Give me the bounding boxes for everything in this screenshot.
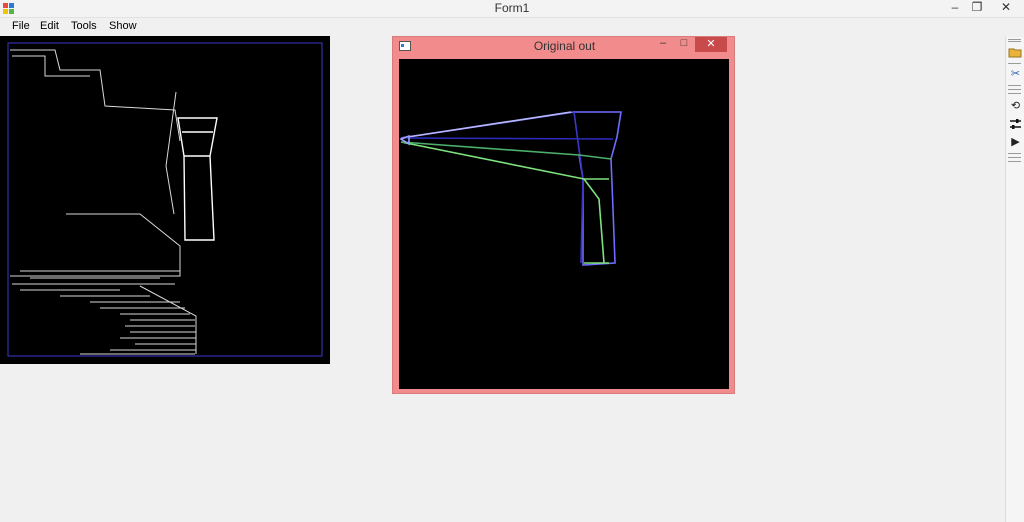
maximize-icon: □ [680, 37, 688, 49]
play-button[interactable]: ▶ [1008, 135, 1023, 149]
minimize-button[interactable]: – [944, 0, 966, 16]
toolbar-separator [1008, 161, 1021, 162]
wireframe-original [399, 111, 622, 266]
cut-icon: ✂ [1010, 68, 1021, 80]
child-maximize-button[interactable]: □ [677, 37, 691, 52]
menu-show[interactable]: Show [109, 20, 137, 32]
open-folder-button[interactable] [1008, 45, 1023, 59]
toolbar-separator [1008, 89, 1021, 90]
play-icon: ▶ [1011, 136, 1020, 148]
toolbar-separator [1008, 157, 1021, 158]
title-bar: Form1 – ❐ ✕ [0, 0, 1024, 18]
settings-slider-button[interactable] [1008, 117, 1023, 131]
child-close-button[interactable]: ✕ [695, 37, 727, 52]
toolbar-separator [1008, 63, 1021, 64]
child-minimize-button[interactable]: – [656, 37, 670, 52]
cut-button[interactable]: ✂ [1008, 67, 1023, 81]
child-window-original-out: Original out – □ ✕ [392, 36, 735, 394]
close-icon: ✕ [1000, 0, 1012, 14]
refresh-button[interactable]: ⟲ [1008, 99, 1023, 113]
minimize-icon: – [659, 37, 667, 49]
toolbar-grip [1008, 39, 1021, 40]
close-icon: ✕ [706, 38, 716, 50]
refresh-icon: ⟲ [1010, 100, 1021, 112]
toolbar-separator [1008, 85, 1021, 86]
right-toolbar: ✂ ⟲ ▶ [1005, 37, 1024, 522]
menu-tools[interactable]: Tools [71, 20, 97, 32]
window-title: Form1 [494, 1, 530, 15]
toolbar-separator [1008, 93, 1021, 94]
close-button[interactable]: ✕ [988, 0, 1024, 16]
menu-edit[interactable]: Edit [40, 20, 59, 32]
restore-icon: ❐ [971, 0, 983, 14]
open-folder-icon [1008, 48, 1022, 58]
minimize-icon: – [951, 0, 959, 14]
menu-bar: File Edit Tools Show [0, 18, 1000, 36]
wireframe-left [7, 42, 323, 357]
settings-slider-icon [1010, 119, 1021, 129]
toolbar-grip [1008, 41, 1021, 42]
toolbar-separator [1008, 153, 1021, 154]
menu-file[interactable]: File [12, 20, 30, 32]
render-canvas-original[interactable] [399, 59, 729, 389]
render-canvas-left[interactable] [0, 36, 330, 364]
restore-button[interactable]: ❐ [966, 0, 988, 16]
